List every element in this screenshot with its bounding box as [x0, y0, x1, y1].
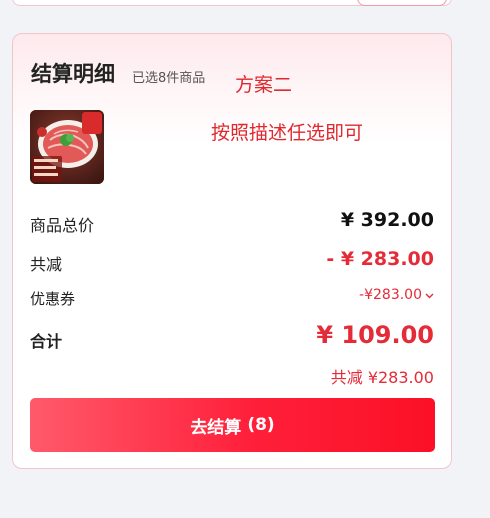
total-price-label: 商品总价	[30, 216, 95, 235]
total-price-value: ¥ 392.00	[340, 209, 434, 231]
checkout-button[interactable]: 去结算 (8)	[30, 398, 435, 452]
coupon-label: 优惠券	[30, 290, 76, 308]
annotation-option-label: 方案二	[235, 74, 293, 96]
checkout-button-label: 去结算	[190, 417, 242, 438]
previous-card-button-edge	[357, 0, 447, 6]
sum-label: 合计	[30, 332, 63, 351]
product-thumbnail[interactable]	[30, 110, 104, 184]
checkout-summary-card: 结算明细 已选8件商品 方案二 按照描述任选即可 商品总价 ¥ 392.00 共…	[12, 33, 452, 469]
discount-value: - ¥ 283.00	[326, 248, 434, 270]
previous-card-edge	[12, 0, 452, 6]
checkout-item-count: (8)	[247, 415, 275, 435]
chevron-down-icon	[425, 289, 434, 302]
saved-amount-text: 共减 ¥283.00	[330, 368, 434, 387]
summary-title: 结算明细	[31, 62, 115, 86]
coupon-value: -¥283.00	[359, 287, 422, 303]
selected-count-text: 已选8件商品	[132, 71, 206, 86]
beef-plate-image	[30, 110, 104, 184]
discount-label: 共减	[30, 255, 63, 274]
coupon-selector[interactable]: -¥283.00	[359, 287, 434, 303]
sum-value: ¥ 109.00	[316, 321, 434, 349]
annotation-note: 按照描述任选即可	[211, 122, 364, 144]
